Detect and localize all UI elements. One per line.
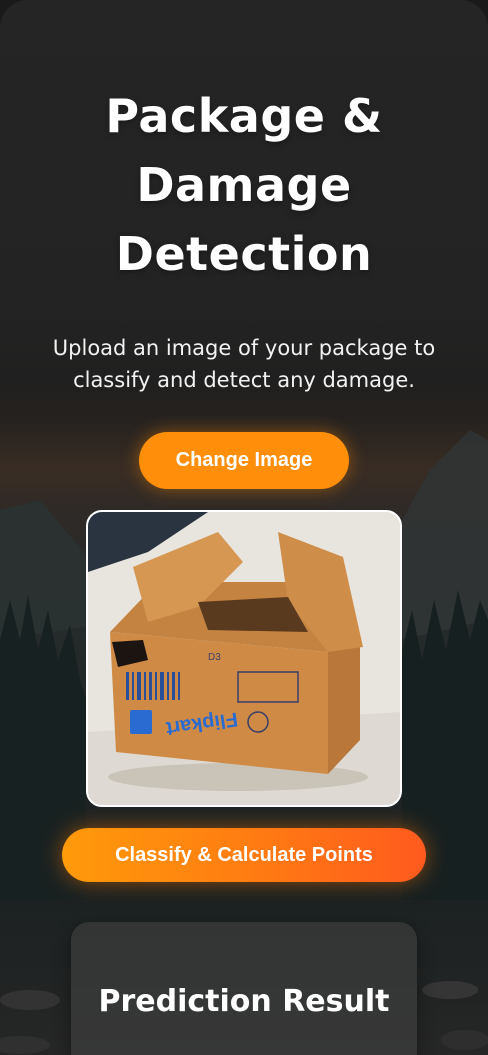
app-screen: Package & Damage Detection Upload an ima… [0,0,488,1055]
prediction-result-card: Prediction Result [71,922,417,1055]
change-image-button[interactable]: Change Image [139,432,349,489]
prediction-result-title: Prediction Result [98,984,390,1019]
box-code-text: D3 [208,652,221,663]
classify-button[interactable]: Classify & Calculate Points [62,828,426,882]
uploaded-image-preview: Flipkart D3 [86,510,402,807]
page-title: Package & Damage Detection [105,89,383,281]
damaged-package-photo: Flipkart D3 [88,512,400,805]
page-subtitle: Upload an image of your package to class… [52,336,436,392]
